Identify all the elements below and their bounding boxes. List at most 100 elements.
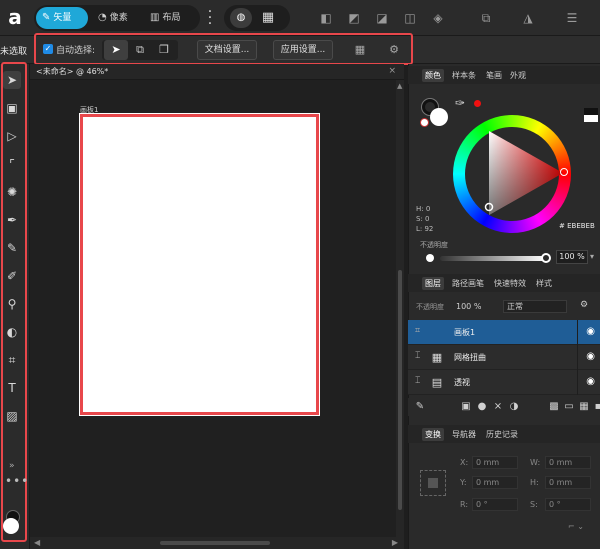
adjustment-icon[interactable]: ● bbox=[476, 401, 488, 413]
layer-opacity-value[interactable]: 100 % bbox=[456, 300, 481, 313]
layer-divider bbox=[577, 345, 578, 370]
hex-value[interactable]: # EBEBEB bbox=[559, 222, 595, 230]
preferences-button[interactable]: 应用设置... bbox=[273, 40, 333, 60]
close-document-icon[interactable]: × bbox=[388, 66, 396, 76]
tab-transform[interactable]: 变换 bbox=[422, 428, 444, 441]
layer-settings-icon[interactable]: ⚙ bbox=[580, 300, 588, 310]
layer-row[interactable]: ⌶ ▤ 透视 ◉ bbox=[408, 370, 600, 395]
y-label: Y: bbox=[460, 478, 467, 487]
tab-quick-fx[interactable]: 快速特效 bbox=[491, 277, 529, 290]
tab-appearance[interactable]: 外观 bbox=[507, 69, 529, 82]
layer-row[interactable]: ⌗ 画板1 ◉ bbox=[408, 320, 600, 345]
recent-color-swatch[interactable] bbox=[474, 100, 481, 107]
tab-layers[interactable]: 图层 bbox=[422, 277, 444, 290]
tab-path-brushes[interactable]: 路径画笔 bbox=[449, 277, 487, 290]
edit-layer-icon[interactable]: ✎ bbox=[414, 401, 426, 413]
scroll-left-icon[interactable]: ◀ bbox=[34, 538, 40, 547]
blend-mode-select[interactable]: 正常 bbox=[503, 300, 567, 313]
anchor-selector[interactable] bbox=[420, 470, 446, 496]
layers-panel-tabs: 图层 路径画笔 快速特效 样式 bbox=[408, 274, 600, 292]
color-picker-icon[interactable]: ✑ bbox=[455, 96, 465, 110]
vertical-scrollbar[interactable]: ▲ bbox=[396, 80, 404, 537]
color-studio-icon[interactable]: ◍ bbox=[230, 8, 252, 28]
color-triangle[interactable] bbox=[465, 127, 565, 221]
hsl-readout: H: 0 S: 0 L: 92 bbox=[416, 204, 433, 234]
snapping-grid-icon[interactable]: ▦ bbox=[352, 42, 368, 58]
app-logo[interactable]: a bbox=[4, 6, 26, 28]
persona-pixel-button[interactable]: ◔ 像素 bbox=[92, 7, 142, 29]
effects-icon[interactable]: ⨯ bbox=[492, 401, 504, 413]
drag-handle-icon[interactable]: ⌶ bbox=[415, 376, 420, 386]
half-circle-icon[interactable]: ◑ bbox=[508, 401, 520, 413]
add-group-icon[interactable]: ▭ bbox=[563, 401, 575, 413]
visibility-eye-icon[interactable]: ◉ bbox=[586, 376, 595, 387]
hue-handle[interactable] bbox=[560, 168, 568, 176]
x-field[interactable]: 0 mm bbox=[472, 456, 518, 469]
fill-swatch[interactable] bbox=[3, 518, 19, 534]
anchor-center[interactable] bbox=[428, 478, 438, 488]
persona-vector-label: 矢量 bbox=[53, 13, 72, 23]
visibility-eye-icon[interactable]: ◉ bbox=[586, 326, 595, 337]
arrange-icon[interactable]: ⧉ bbox=[478, 10, 494, 26]
flip-horizontal-icon[interactable]: ◮ bbox=[520, 10, 536, 26]
tab-stroke[interactable]: 笔画 bbox=[483, 69, 505, 82]
scroll-right-icon[interactable]: ▶ bbox=[392, 538, 398, 547]
opacity-slider[interactable] bbox=[440, 256, 546, 261]
fill-stroke-well[interactable] bbox=[3, 510, 21, 534]
transform-options-icon[interactable]: ⌐ ⌄ bbox=[568, 522, 584, 531]
more-menu-icon[interactable]: · · · bbox=[206, 5, 214, 31]
color-panel-tabs: 颜色 样本条 笔画 外观 bbox=[408, 66, 600, 84]
add-pixel-layer-icon[interactable]: ▦ bbox=[578, 401, 590, 413]
tab-styles[interactable]: 样式 bbox=[533, 277, 555, 290]
document-tab[interactable]: <未命名> @ 46%* × bbox=[30, 64, 404, 80]
tab-navigator[interactable]: 导航器 bbox=[449, 428, 479, 441]
artboard[interactable] bbox=[80, 114, 319, 415]
select-pages-icon[interactable]: ❐ bbox=[152, 40, 176, 60]
y-field[interactable]: 0 mm bbox=[472, 476, 518, 489]
visibility-eye-icon[interactable]: ◉ bbox=[586, 351, 595, 362]
no-fill-icon[interactable] bbox=[420, 118, 429, 127]
horizontal-scrollbar[interactable]: ◀ ▶ bbox=[30, 537, 404, 549]
opacity-dropdown-icon[interactable]: ▾ bbox=[590, 252, 594, 261]
layer-name[interactable]: 透视 bbox=[454, 377, 470, 388]
tab-swatches[interactable]: 样本条 bbox=[449, 69, 479, 82]
tab-color[interactable]: 颜色 bbox=[422, 69, 444, 82]
grid-icon[interactable]: ▦ bbox=[260, 10, 276, 26]
opacity-slider-handle[interactable] bbox=[541, 253, 551, 263]
mask-icon[interactable]: ▣ bbox=[460, 401, 472, 413]
delete-layer-icon[interactable]: ▪ bbox=[592, 401, 600, 413]
add-layer-icon[interactable]: ▩ bbox=[548, 401, 560, 413]
layer-divider bbox=[577, 320, 578, 345]
rotation-field[interactable]: 0 ° bbox=[472, 498, 518, 511]
selection-mode-group: ➤ ⧉ ❐ bbox=[102, 40, 178, 60]
tab-history[interactable]: 历史记录 bbox=[483, 428, 521, 441]
more-tools-icon[interactable]: ••• bbox=[5, 474, 29, 488]
layer-name[interactable]: 网格扭曲 bbox=[454, 352, 486, 363]
opacity-value-field[interactable]: 100 % bbox=[556, 250, 588, 264]
boolean-add-icon[interactable]: ◧ bbox=[318, 10, 334, 26]
boolean-intersect-icon[interactable]: ◪ bbox=[374, 10, 390, 26]
persona-layout-button[interactable]: ▥ 布局 bbox=[144, 7, 196, 29]
persona-vector-button[interactable]: ✎ 矢量 bbox=[36, 7, 88, 29]
auto-select-checkbox[interactable]: ✓ bbox=[43, 44, 53, 54]
select-intersect-icon[interactable]: ⧉ bbox=[128, 40, 152, 60]
horizontal-scroll-thumb[interactable] bbox=[160, 541, 270, 545]
expand-tools-icon[interactable]: » bbox=[9, 461, 15, 471]
boolean-combine-icon[interactable]: ◈ bbox=[430, 10, 446, 26]
layer-name[interactable]: 画板1 bbox=[454, 327, 475, 338]
w-field[interactable]: 0 mm bbox=[545, 456, 591, 469]
boolean-divide-icon[interactable]: ◫ bbox=[402, 10, 418, 26]
shear-field[interactable]: 0 ° bbox=[545, 498, 591, 511]
drag-handle-icon[interactable]: ⌶ bbox=[415, 351, 420, 361]
h-field[interactable]: 0 mm bbox=[545, 476, 591, 489]
settings-gear-icon[interactable]: ⚙ bbox=[386, 42, 402, 58]
align-icon[interactable]: ☰ bbox=[564, 10, 580, 26]
scroll-up-icon[interactable]: ▲ bbox=[397, 82, 402, 90]
fill-color-swatch[interactable] bbox=[430, 108, 448, 126]
select-pointer-icon[interactable]: ➤ bbox=[104, 40, 128, 60]
vertical-scroll-thumb[interactable] bbox=[398, 270, 402, 510]
document-setup-button[interactable]: 文档设置... bbox=[197, 40, 257, 60]
boolean-subtract-icon[interactable]: ◩ bbox=[346, 10, 362, 26]
layer-row[interactable]: ⌶ ▦ 网格扭曲 ◉ bbox=[408, 345, 600, 370]
white-swatch[interactable] bbox=[584, 115, 598, 122]
